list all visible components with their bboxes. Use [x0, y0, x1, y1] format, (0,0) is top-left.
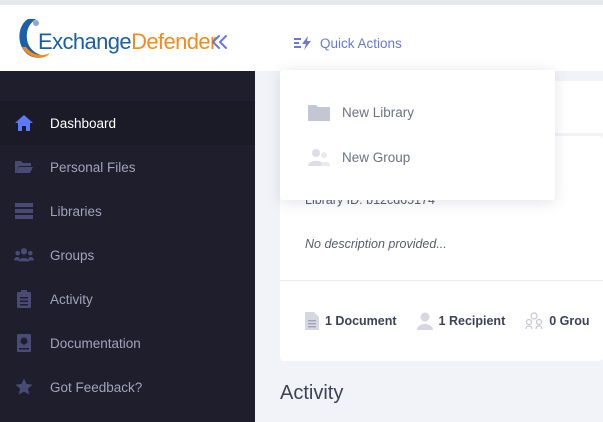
users-icon	[14, 245, 34, 265]
users-icon	[308, 149, 330, 166]
folder-icon	[308, 105, 330, 121]
sidebar-item-activity[interactable]: Activity	[0, 277, 255, 321]
logo-text: ExchangeDefender	[38, 29, 217, 54]
sidebar-item-feedback[interactable]: Got Feedback?	[0, 365, 255, 409]
top-bar: ExchangeDefender Quick Actions	[0, 0, 603, 71]
quick-actions-button[interactable]: Quick Actions	[294, 33, 402, 53]
activity-heading: Activity	[280, 382, 344, 404]
double-chevron-left-icon	[212, 35, 227, 49]
server-icon	[14, 201, 34, 221]
card-divider	[280, 280, 603, 281]
stat-recipients: 1 Recipient	[416, 312, 505, 330]
collapse-sidebar-button[interactable]	[209, 32, 231, 52]
clipboard-icon	[14, 289, 34, 309]
quick-actions-dropdown: New Library New Group	[280, 70, 555, 200]
quick-actions-label: Quick Actions	[320, 35, 402, 51]
library-description: No description provided...	[305, 237, 447, 251]
new-group-menu-item[interactable]: New Group	[308, 145, 410, 169]
sidebar-item-groups[interactable]: Groups	[0, 233, 255, 277]
library-stats: 1 Document 1 Recipient 0 Grou	[305, 312, 603, 330]
star-icon	[14, 377, 34, 397]
sidebar-item-documentation[interactable]: Documentation	[0, 321, 255, 365]
user-icon	[416, 312, 433, 330]
stat-documents: 1 Document	[305, 312, 397, 330]
sidebar-item-personal-files[interactable]: Personal Files	[0, 145, 255, 189]
sidebar: Dashboard Personal Files Libraries Group…	[0, 71, 255, 422]
sidebar-item-libraries[interactable]: Libraries	[0, 189, 255, 233]
group-icon	[525, 312, 543, 330]
home-icon	[14, 113, 34, 133]
book-icon	[14, 333, 34, 353]
new-library-menu-item[interactable]: New Library	[308, 100, 414, 124]
folder-open-icon	[14, 157, 34, 177]
sidebar-item-dashboard[interactable]: Dashboard	[0, 101, 255, 145]
document-icon	[305, 312, 319, 330]
exchangedefender-logo[interactable]: ExchangeDefender	[14, 13, 217, 65]
stat-groups: 0 Grou	[525, 312, 590, 330]
lightning-icon	[294, 36, 311, 50]
